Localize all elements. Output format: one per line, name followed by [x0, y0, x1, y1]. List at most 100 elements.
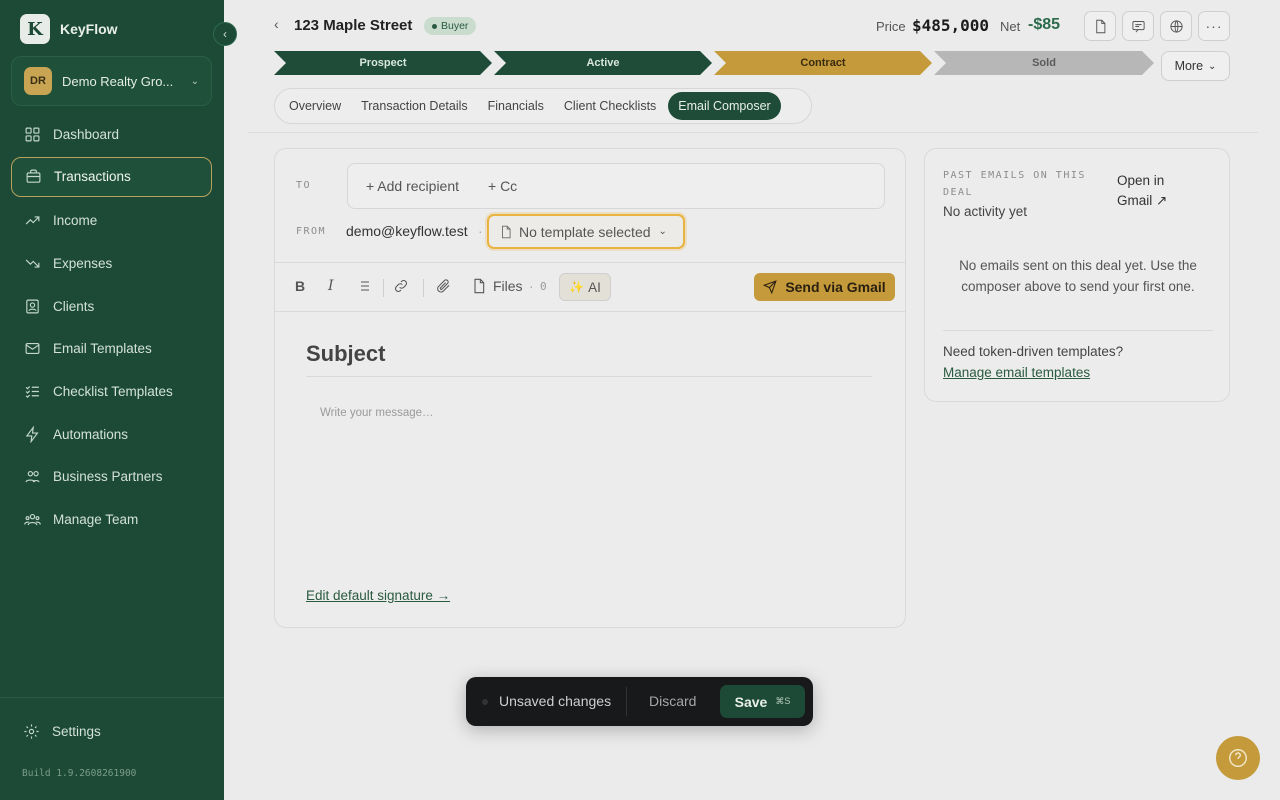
sidebar-item-business-partners[interactable]: Business Partners	[11, 457, 212, 497]
net-value: -$85	[1028, 16, 1061, 33]
sidebar-item-label: Business Partners	[53, 469, 163, 485]
stage-label: Sold	[1032, 57, 1056, 69]
sidebar-item-manage-team[interactable]: Manage Team	[11, 500, 212, 540]
status-badge: Buyer	[424, 17, 477, 35]
tab-client-checklists[interactable]: Client Checklists	[554, 92, 666, 120]
team-icon	[23, 511, 41, 529]
build-version: Build 1.9.2608261900	[22, 768, 137, 779]
sidebar-item-label: Checklist Templates	[53, 383, 173, 399]
chevron-left-icon: ‹	[223, 27, 227, 41]
template-select[interactable]: No template selected ⌄	[487, 214, 685, 249]
sidebar-item-label: Dashboard	[53, 126, 120, 142]
status-dot	[482, 699, 488, 705]
message-body-input[interactable]: Write your message…	[320, 407, 434, 419]
sidebar-item-label: Manage Team	[53, 512, 139, 527]
more-options-button[interactable]: ···	[1198, 11, 1230, 41]
globe-icon	[1169, 19, 1183, 33]
past-emails-heading: PAST EMAILS ON THIS DEAL	[943, 170, 1086, 198]
link-icon	[394, 279, 408, 293]
price-value: $485,000	[912, 16, 990, 35]
save-button[interactable]: Save ⌘S	[720, 685, 805, 718]
badge-label: Buyer	[441, 20, 469, 32]
sidebar-item-checklist-templates[interactable]: Checklist Templates	[11, 371, 212, 411]
bold-button[interactable]: B	[295, 278, 305, 294]
globe-button[interactable]	[1160, 11, 1192, 41]
stage-contract[interactable]: Contract	[714, 51, 932, 75]
italic-button[interactable]: I	[328, 278, 334, 294]
add-cc-button[interactable]: + Cc	[488, 178, 517, 194]
chevron-left-icon: ‹	[274, 16, 279, 32]
edit-signature-link[interactable]: Edit default signature →	[306, 588, 450, 603]
recipients-field[interactable]: + Add recipient + Cc	[347, 163, 885, 209]
sidebar-item-label: Transactions	[54, 169, 131, 185]
sidebar-item-clients[interactable]: Clients	[11, 286, 212, 326]
open-in-gmail-link[interactable]: Open in Gmail ↗	[1117, 171, 1197, 211]
sidebar-item-email-templates[interactable]: Email Templates	[11, 329, 212, 369]
sidebar-item-dashboard[interactable]: Dashboard	[11, 114, 212, 154]
empty-state-message: No emails sent on this deal yet. Use the…	[959, 258, 1197, 294]
checklist-icon	[23, 382, 41, 400]
back-button[interactable]: ‹	[274, 16, 279, 32]
org-avatar: DR	[24, 67, 52, 95]
template-select-value: No template selected	[519, 223, 651, 240]
document-button[interactable]	[1084, 11, 1116, 41]
stage-active[interactable]: Active	[494, 51, 712, 75]
sidebar-item-transactions[interactable]: Transactions	[11, 156, 212, 197]
gear-icon	[22, 722, 40, 740]
to-label: TO	[296, 180, 312, 191]
past-emails-panel: PAST EMAILS ON THIS DEAL No activity yet…	[924, 148, 1230, 402]
toolbar-divider	[383, 279, 384, 297]
unsaved-changes-bar: Unsaved changes Discard Save ⌘S	[466, 677, 813, 726]
subject-input[interactable]: Subject	[306, 341, 385, 367]
chevron-down-icon: ⌄	[190, 75, 199, 87]
sidebar-item-automations[interactable]: Automations	[11, 414, 212, 454]
stage-sold[interactable]: Sold	[934, 51, 1154, 75]
trend-up-icon	[23, 212, 41, 230]
sidebar-item-income[interactable]: Income	[11, 201, 212, 241]
discard-button[interactable]: Discard	[649, 693, 696, 709]
from-label: FROM	[296, 226, 327, 237]
bolt-icon	[23, 425, 41, 443]
briefcase-icon	[24, 168, 42, 186]
ai-label: AI	[588, 279, 601, 295]
ellipsis-icon: ···	[1205, 18, 1223, 34]
brand[interactable]: K KeyFlow	[20, 14, 118, 44]
manage-email-templates-link[interactable]: Manage email templates	[943, 365, 1090, 380]
ai-assist-button[interactable]: ✨ AI	[559, 273, 611, 301]
sidebar-divider	[0, 697, 224, 698]
add-recipient-button[interactable]: + Add recipient	[366, 178, 459, 194]
message-button[interactable]	[1122, 11, 1154, 41]
org-switcher[interactable]: DR Demo Realty Gro... ⌄	[11, 56, 212, 106]
send-via-gmail-button[interactable]: Send via Gmail	[754, 273, 895, 301]
detail-tabs: Overview Transaction Details Financials …	[274, 88, 812, 124]
sidebar-nav: Dashboard Transactions Income Expenses C…	[11, 114, 212, 542]
sparkle-icon: ✨	[569, 280, 585, 294]
tab-financials[interactable]: Financials	[478, 92, 554, 120]
chevron-down-icon: ⌄	[658, 226, 667, 237]
document-icon	[1095, 19, 1105, 33]
collapse-sidebar-button[interactable]: ‹	[213, 22, 237, 46]
files-button[interactable]: Files	[471, 278, 523, 294]
email-composer: TO + Add recipient + Cc FROM demo@keyflo…	[274, 148, 906, 628]
bullet-list-button[interactable]	[355, 278, 371, 294]
tab-email-composer[interactable]: Email Composer	[668, 92, 781, 120]
files-label: Files	[493, 278, 523, 294]
message-icon	[1131, 20, 1145, 32]
link-button[interactable]	[393, 278, 409, 294]
help-icon	[1229, 749, 1247, 767]
dashboard-icon	[23, 125, 41, 143]
send-label: Send via Gmail	[785, 279, 886, 295]
sidebar-item-expenses[interactable]: Expenses	[11, 243, 212, 283]
tab-transaction-details[interactable]: Transaction Details	[351, 92, 478, 120]
stage-prospect[interactable]: Prospect	[274, 51, 492, 75]
tab-overview[interactable]: Overview	[279, 92, 351, 120]
document-icon	[474, 278, 485, 294]
help-button[interactable]	[1216, 736, 1260, 780]
sidebar-item-settings[interactable]: Settings	[22, 722, 101, 740]
list-icon	[357, 281, 369, 291]
paperclip-icon	[437, 279, 450, 293]
badge-dot	[432, 23, 437, 29]
attach-button[interactable]	[435, 278, 451, 294]
more-dropdown-button[interactable]: More ⌄	[1161, 51, 1230, 81]
editor-toolbar: B I Files · 0 ✨ AI Send via Gmail	[275, 262, 905, 312]
